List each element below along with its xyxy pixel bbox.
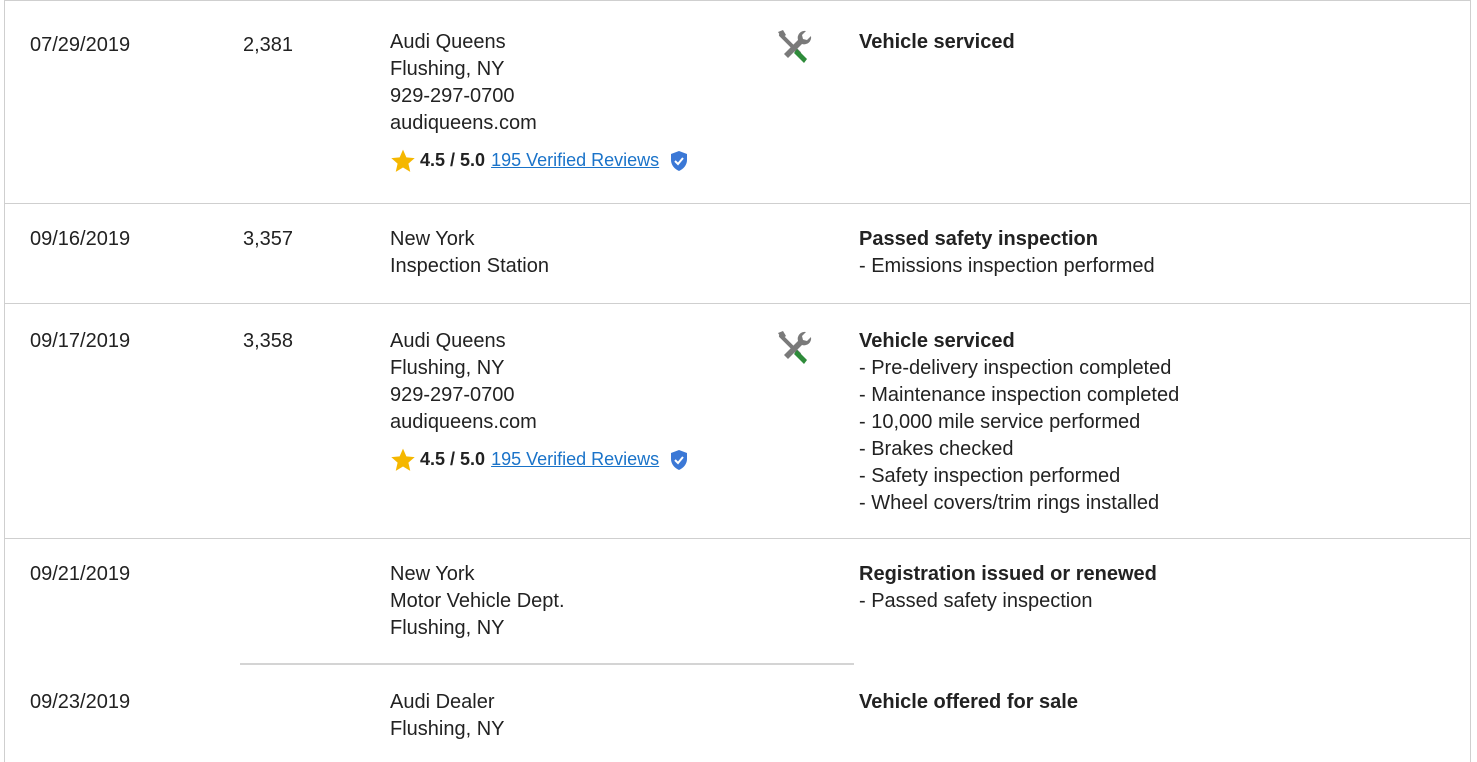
event-title: Passed safety inspection [859,228,1098,250]
details-cell: Vehicle offered for sale [859,689,1078,716]
event-title: Vehicle serviced [859,31,1015,53]
dealer-rating: 4.5 / 5.0 195 Verified Reviews [390,446,689,473]
star-icon [391,149,415,172]
mileage-cell: 3,357 [243,228,294,250]
source-location: Flushing, NY [390,718,505,740]
dealer-rating: 4.5 / 5.0 195 Verified Reviews [390,147,689,174]
rating-score: 4.5 / 5.0 [420,449,486,469]
verified-shield-icon [671,449,688,470]
service-wrench-icon [778,331,812,364]
table-row: 09/17/2019 3,358 Audi Queens Flushing, N… [5,304,1471,539]
source-cell: New York Inspection Station [390,226,549,280]
date-cell: 09/23/2019 [30,691,131,713]
details-cell: Vehicle serviced [859,29,1015,56]
event-detail: - Wheel covers/trim rings installed [859,492,1160,514]
source-website[interactable]: audiqueens.com [390,110,689,137]
event-title: Registration issued or renewed [859,563,1157,585]
mileage-cell: 2,381 [243,34,294,56]
source-location: Flushing, NY [390,357,505,379]
verified-reviews-link[interactable]: 195 Verified Reviews [491,446,659,473]
event-title: Vehicle serviced [859,330,1015,352]
source-phone[interactable]: 929-297-0700 [390,83,689,110]
date-cell: 09/21/2019 [30,563,131,585]
event-title: Vehicle offered for sale [859,691,1078,713]
date-cell: 07/29/2019 [30,34,131,56]
event-detail: - Pre-delivery inspection completed [859,357,1172,379]
source-location: Flushing, NY [390,58,505,80]
source-type: Inspection Station [390,255,549,277]
event-detail: - Passed safety inspection [859,590,1093,612]
event-detail: - Safety inspection performed [859,465,1121,487]
date-cell: 09/17/2019 [30,330,131,352]
event-detail: - Maintenance inspection completed [859,384,1180,406]
source-name: Audi Queens [390,330,506,352]
mileage-cell: 3,358 [243,330,294,352]
date-cell: 09/16/2019 [30,228,131,250]
source-name: Audi Queens [390,31,506,53]
rating-score: 4.5 / 5.0 [420,150,486,170]
verified-reviews-link[interactable]: 195 Verified Reviews [491,147,659,174]
verified-shield-icon [671,150,688,171]
table-row: 09/21/2019 New York Motor Vehicle Dept. … [5,539,1471,664]
source-type: Motor Vehicle Dept. [390,590,565,612]
service-wrench-icon [778,30,812,63]
source-cell: Audi Queens Flushing, NY 929-297-0700 au… [390,328,689,473]
table-row: 09/16/2019 3,357 New York Inspection Sta… [5,204,1471,304]
table-row: 09/23/2019 Audi Dealer Flushing, NY Vehi… [5,665,1471,762]
table-row: 07/29/2019 2,381 Audi Queens Flushing, N… [5,5,1471,204]
event-detail: - Brakes checked [859,438,1014,460]
source-cell: Audi Dealer Flushing, NY [390,689,505,743]
source-name: Audi Dealer [390,691,495,713]
details-cell: Registration issued or renewed - Passed … [859,561,1157,615]
source-website[interactable]: audiqueens.com [390,409,689,436]
source-cell: New York Motor Vehicle Dept. Flushing, N… [390,561,565,642]
source-phone[interactable]: 929-297-0700 [390,382,689,409]
source-name: New York [390,563,475,585]
source-cell: Audi Queens Flushing, NY 929-297-0700 au… [390,29,689,174]
star-icon [391,448,415,471]
event-detail: - Emissions inspection performed [859,255,1155,277]
source-location: Flushing, NY [390,617,505,639]
details-cell: Passed safety inspection - Emissions ins… [859,226,1155,280]
source-name: New York [390,228,475,250]
details-cell: Vehicle serviced - Pre-delivery inspecti… [859,328,1179,517]
event-detail: - 10,000 mile service performed [859,411,1141,433]
